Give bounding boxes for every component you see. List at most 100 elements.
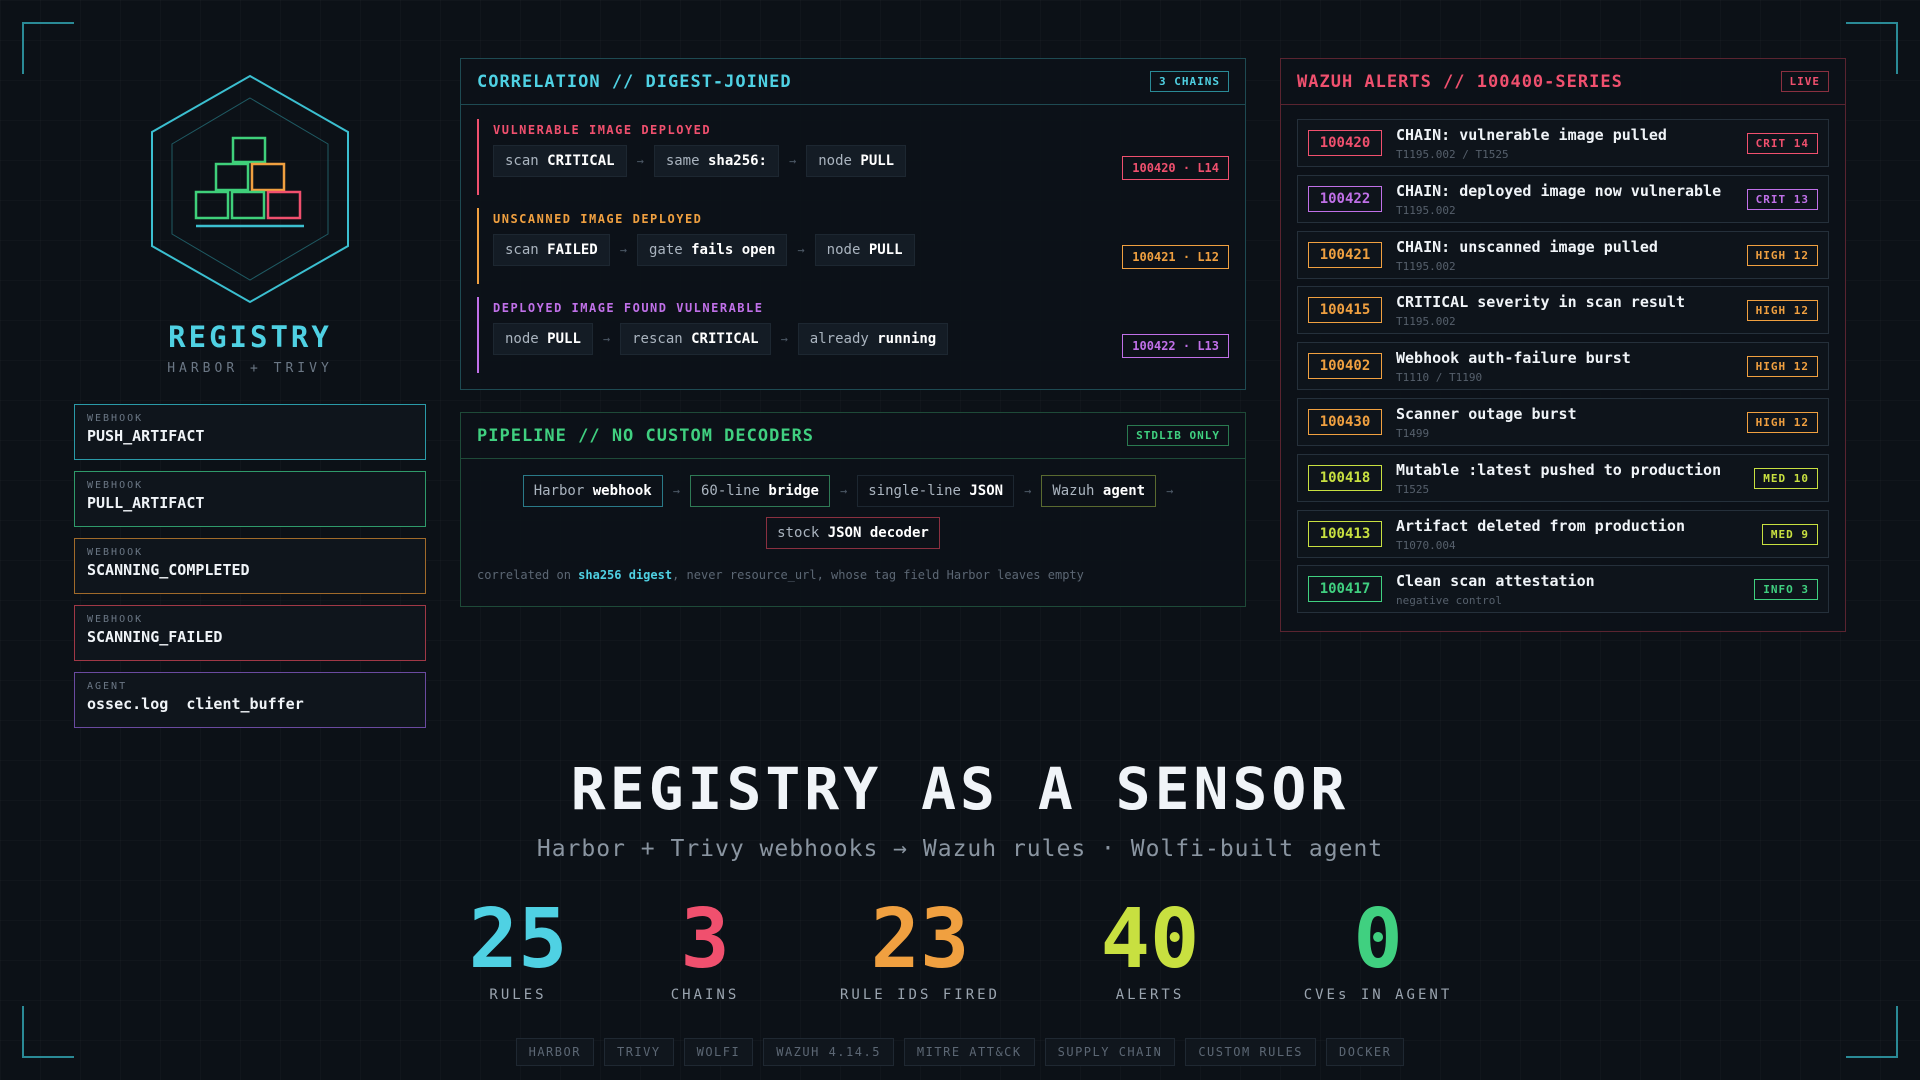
card-value: SCANNING_FAILED (87, 628, 223, 646)
alert-row[interactable]: 100417 Clean scan attestation negative con… (1297, 565, 1829, 614)
alert-severity-badge: CRIT 13 (1746, 188, 1818, 210)
frame-corner-top-right (1846, 22, 1898, 74)
chip-prefix: Wazuh (1052, 483, 1103, 499)
alert-rule-id: 100413 (1308, 520, 1382, 547)
note-suffix: , never resource_url, whose tag field Ha… (672, 568, 1084, 582)
chain-step: rescan CRITICAL (620, 323, 771, 355)
alert-title: CHAIN: unscanned image pulled (1396, 237, 1658, 256)
arrow-icon: → (1166, 484, 1174, 498)
alert-technique: T1195.002 (1396, 259, 1456, 273)
tech-tag: TRIVY (603, 1038, 674, 1066)
alert-row[interactable]: 100415 CRITICAL severity in scan result T1… (1297, 286, 1829, 335)
alert-row[interactable]: 100430 Scanner outage burst T1499 HIGH 12 (1297, 398, 1829, 446)
chip-keyword: fails open (691, 242, 776, 258)
stat-block: 40 ALERTS (1020, 892, 1280, 1004)
stat-label: CVEs IN AGENT (1303, 987, 1453, 1003)
alert-row[interactable]: 100420 CHAIN: vulnerable image pulled T119… (1297, 119, 1829, 167)
pipeline-step: stock JSON decoder (766, 517, 940, 549)
card-kicker: WEBHOOK (87, 547, 144, 558)
tech-tag: SUPPLY CHAIN (1044, 1038, 1176, 1066)
alert-row[interactable]: 100421 CHAIN: unscanned image pulled T1195… (1297, 230, 1829, 279)
tech-tag: WOLFI (683, 1038, 754, 1066)
alert-severity-badge: MED 9 (1761, 523, 1818, 545)
alert-row[interactable]: 100422 CHAIN: deployed image now vulnerab… (1297, 174, 1829, 223)
alert-title: Mutable :latest pushed to production (1396, 460, 1722, 479)
chip-keyword: JSON decoder (827, 525, 929, 541)
chip-prefix: node (505, 331, 548, 347)
alert-severity-badge: INFO 3 (1754, 579, 1818, 601)
alert-title: Clean scan attestation (1396, 572, 1595, 591)
chip-prefix: single-line (868, 483, 970, 499)
chip-prefix: scan (505, 153, 548, 169)
arrow-icon: → (839, 484, 848, 498)
alert-technique: negative control (1396, 594, 1502, 608)
frame-corner-top-left (22, 22, 74, 74)
chip-prefix: scan (505, 242, 548, 258)
card-value: SCANNING_COMPLETED (87, 561, 250, 579)
chain-steps: scan CRITICAL → same sha256: → node PULL (493, 145, 1229, 177)
chain-step: already running (797, 323, 949, 355)
arrow-icon: → (619, 243, 627, 257)
alert-row[interactable]: 100413 Artifact deleted from production T1… (1297, 509, 1829, 558)
alert-row[interactable]: 100402 Webhook auth-failure burst T1110 / … (1297, 342, 1829, 391)
chain-step: same sha256: (653, 145, 779, 177)
correlation-chain: DEPLOYED IMAGE FOUND VULNERABLE node PULL… (477, 297, 1229, 373)
chain-step: scan FAILED (493, 234, 610, 266)
alert-severity-badge: CRIT 14 (1746, 133, 1818, 154)
tech-tag: CUSTOM RULES (1185, 1038, 1317, 1066)
chip-keyword: PULL (860, 153, 895, 169)
alert-title: CRITICAL severity in scan result (1396, 293, 1685, 312)
chip-keyword: PULL (868, 242, 903, 258)
alert-rule-id: 100421 (1308, 241, 1382, 268)
webhook-card: AGENT ossec.log client_buffer (74, 672, 426, 728)
pipeline-panel: PIPELINE // NO CUSTOM DECODERS STDLIB ON… (460, 412, 1246, 607)
live-badge: LIVE (1780, 71, 1829, 92)
correlation-chain: VULNERABLE IMAGE DEPLOYED scan CRITICAL → s… (477, 119, 1229, 195)
pipeline-step: Wazuh agent (1041, 475, 1157, 507)
stat-label: RULE IDS FIRED (839, 987, 1000, 1003)
hero-title: REGISTRY AS A SENSOR (570, 755, 1350, 823)
alerts-panel: WAZUH ALERTS // 100400-SERIES LIVE 10042… (1280, 58, 1846, 632)
webhook-card: WEBHOOK SCANNING_COMPLETED (74, 538, 426, 594)
note-prefix: correlated on (477, 568, 579, 582)
chip-prefix: rescan (632, 331, 692, 347)
chain-title: UNSCANNED IMAGE DEPLOYED (493, 212, 703, 226)
alert-technique: T1195.002 (1396, 315, 1456, 329)
chip-prefix: node (826, 242, 869, 258)
chip-keyword: bridge (768, 483, 819, 499)
chain-step: scan CRITICAL (493, 145, 627, 177)
rule-badge: 100421 · L12 (1122, 245, 1229, 269)
card-value: PULL_ARTIFACT (87, 494, 205, 512)
chip-prefix: already (809, 331, 878, 347)
correlation-title: CORRELATION // DIGEST-JOINED (477, 71, 792, 92)
tech-tag: MITRE ATT&CK (903, 1038, 1035, 1066)
chip-prefix: gate (648, 242, 692, 258)
pipeline-step: Harbor webhook (522, 475, 663, 507)
alert-technique: T1195.002 (1396, 203, 1456, 217)
note-digest: sha256 digest (578, 568, 673, 582)
alert-row[interactable]: 100418 Mutable :latest pushed to producti… (1297, 453, 1829, 502)
chain-step: node PULL (806, 145, 907, 177)
rule-badge: 100422 · L13 (1122, 334, 1229, 358)
chip-prefix: Harbor (533, 483, 593, 499)
card-kicker: AGENT (87, 681, 128, 692)
chain-title: DEPLOYED IMAGE FOUND VULNERABLE (493, 301, 764, 315)
chip-keyword: FAILED (547, 242, 598, 258)
tech-tag: HARBOR (515, 1038, 594, 1066)
chip-keyword: agent (1102, 483, 1146, 499)
alert-title: Webhook auth-failure burst (1396, 349, 1631, 368)
arrow-icon: → (636, 154, 644, 168)
card-kicker: WEBHOOK (87, 614, 144, 625)
brand-title: REGISTRY (168, 320, 332, 354)
chip-keyword: CRITICAL (691, 331, 759, 347)
chip-keyword: JSON (969, 483, 1004, 499)
alert-rule-id: 100422 (1308, 185, 1382, 212)
stat-block: 23 RULE IDS FIRED (790, 895, 1050, 1004)
arrow-icon: → (780, 332, 788, 346)
stat-value: 40 (1100, 892, 1200, 987)
alert-rule-id: 100418 (1308, 464, 1382, 491)
hero-subtitle: Harbor + Trivy webhooks → Wazuh rules · … (536, 836, 1384, 862)
chip-keyword: running (877, 331, 937, 347)
alert-technique: T1499 (1396, 427, 1430, 440)
arrow-icon: → (672, 484, 680, 498)
